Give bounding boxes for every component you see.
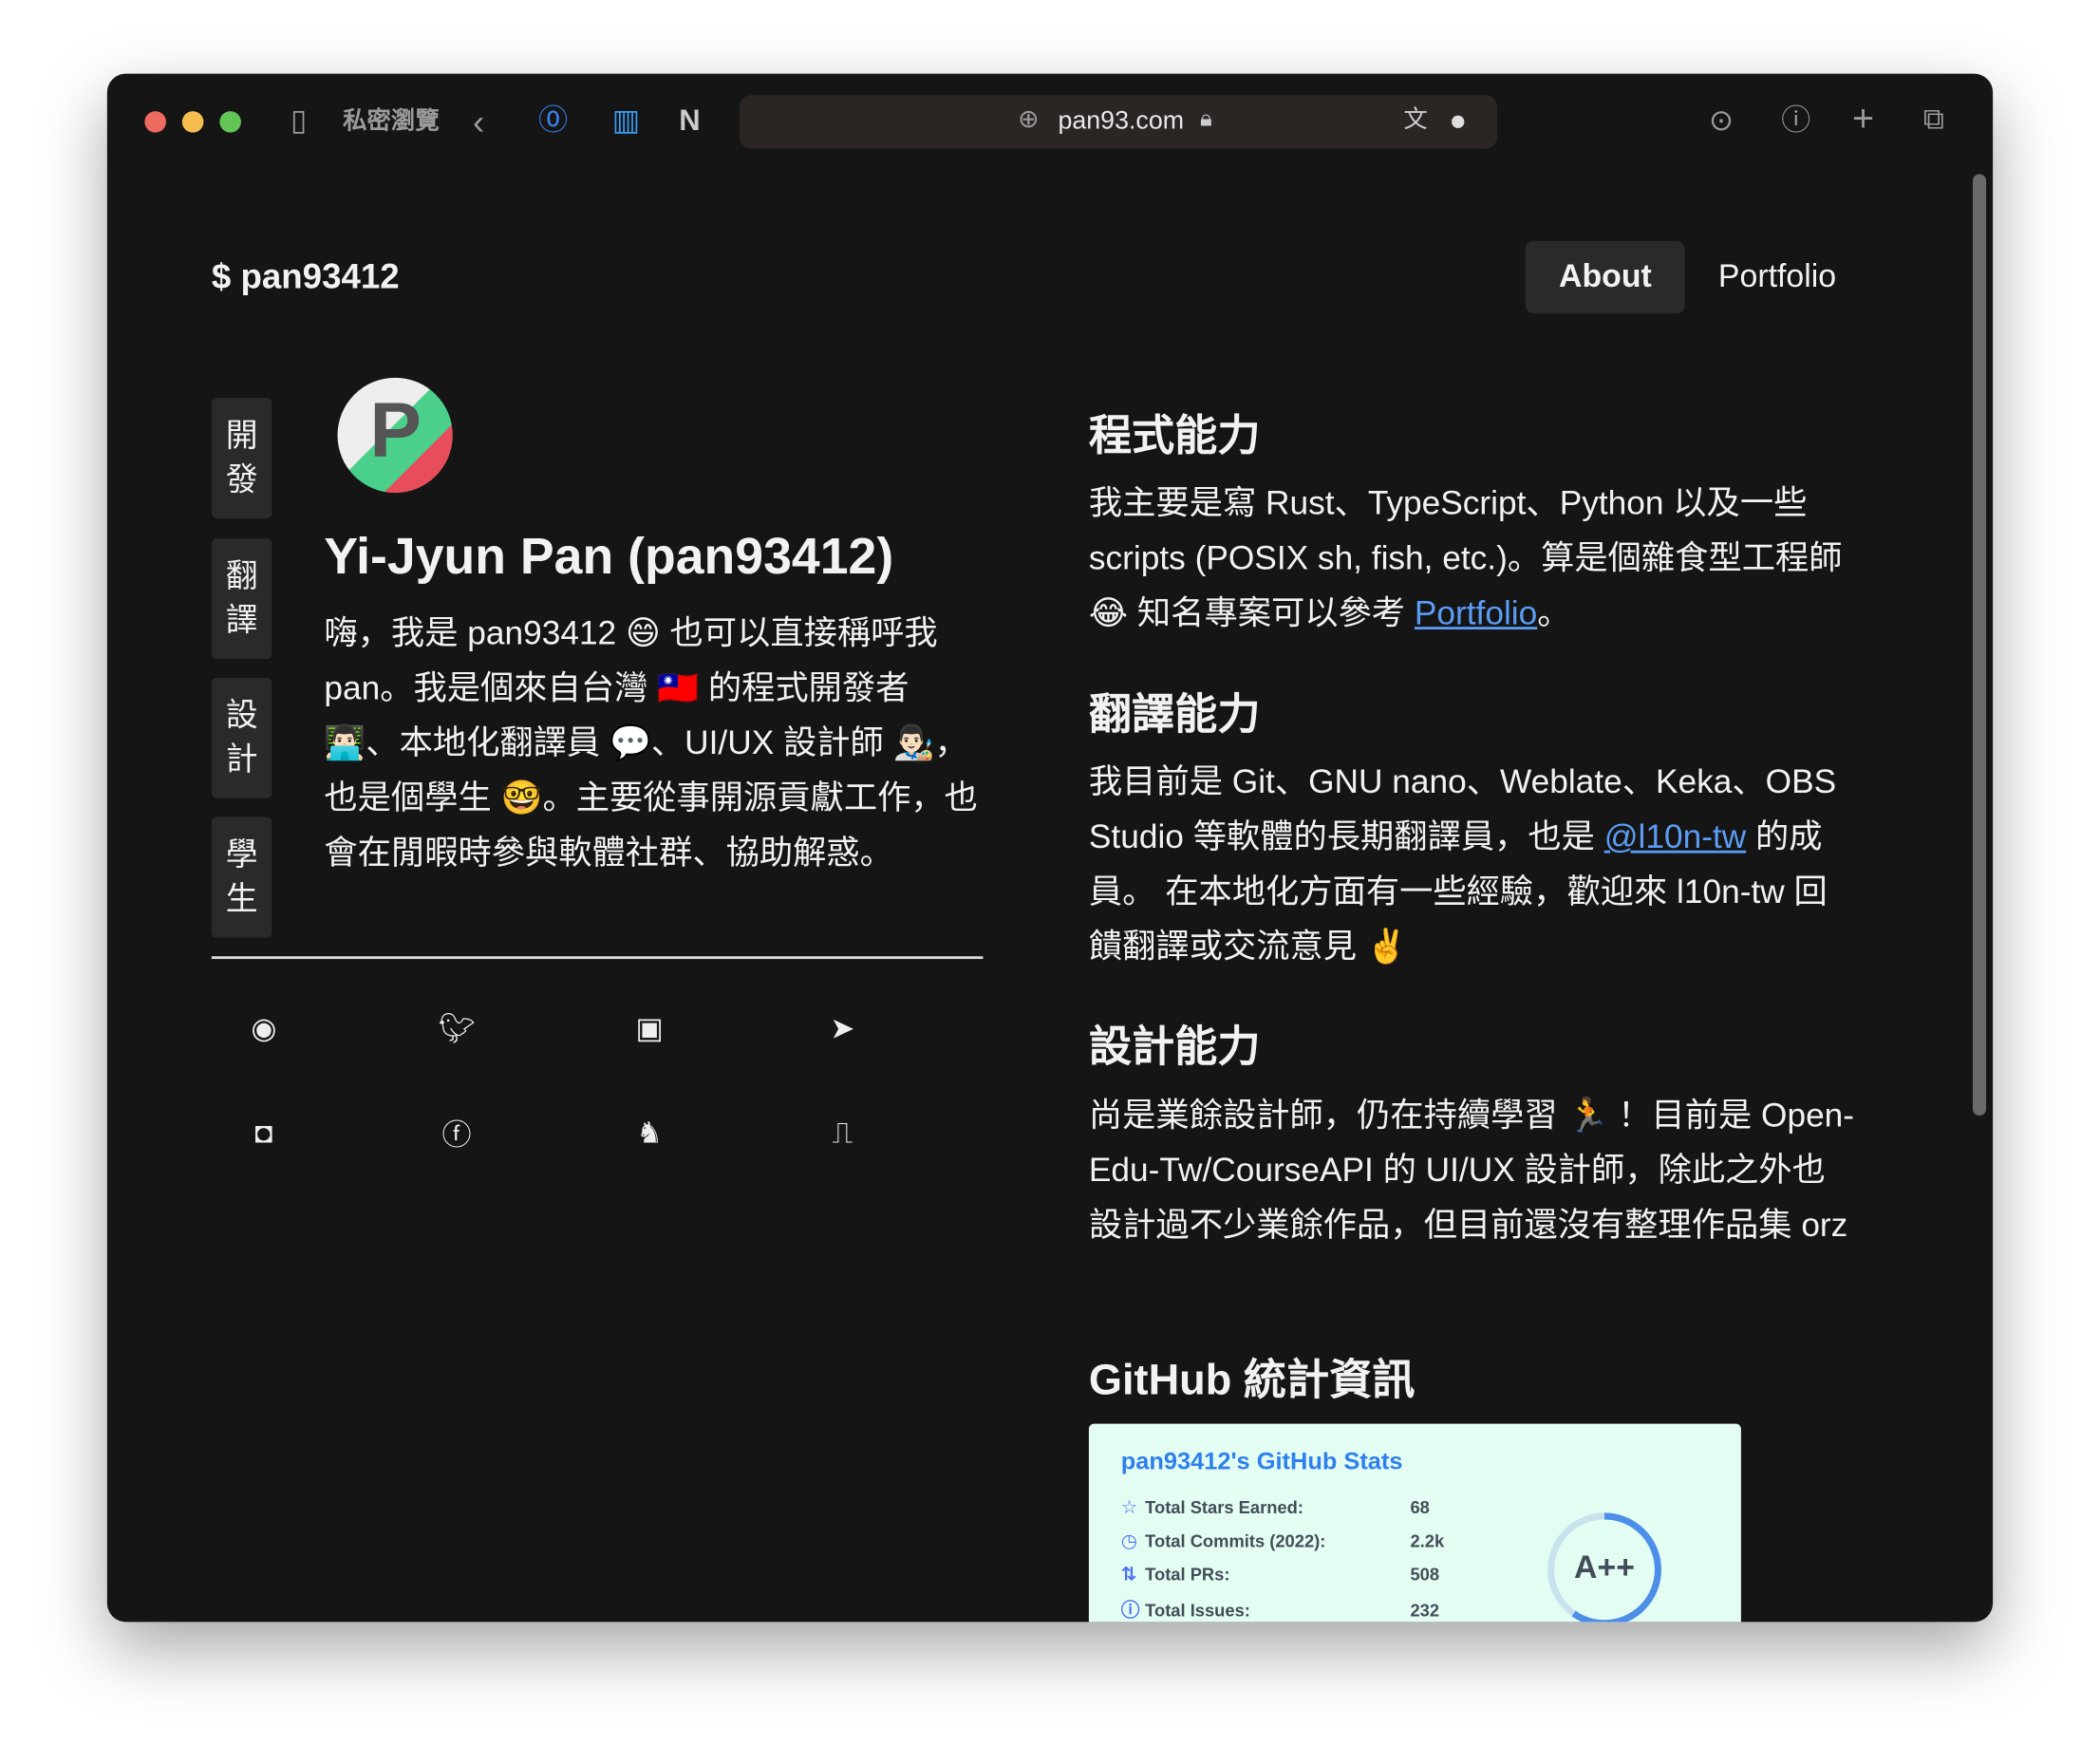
scrollbar[interactable] [1972,174,1987,1117]
translation-heading: 翻譯能力 [1088,689,1261,739]
stat-row: ⇅ Total PRs: 508 [1120,1563,1439,1586]
blogger-icon[interactable]: ▣ [630,1010,667,1047]
browser-toolbar: ▯ 私密瀏覽 ‹ ⓪ ▥ N ⊕ pan93.com 🔒︎ 文 ● ⊙ ⓘ + … [107,74,1993,171]
more-icon[interactable]: ● [1449,105,1467,135]
zoom-button[interactable] [219,111,241,133]
design-heading: 設計能力 [1088,1022,1261,1071]
minimize-button[interactable] [181,111,204,133]
stat-value: 232 [1410,1600,1440,1621]
twitter-icon[interactable]: 🐦︎ [438,1010,475,1047]
clock-icon: ◷ [1120,1529,1137,1551]
stat-row: ☆ Total Stars Earned: 68 [1120,1495,1430,1519]
profile-name: Yi-Jyun Pan (pan93412) [324,529,894,586]
tab-translate[interactable]: 翻 譯 [211,538,272,660]
nav-about[interactable]: About [1525,240,1686,314]
lock-icon: 🔒︎ [1199,105,1212,132]
new-tab-icon[interactable]: + [1852,100,1874,138]
design-text: 尚是業餘設計師，仍在持續學習 🏃 ！目前是 Open-Edu-Tw/Course… [1088,1097,1855,1245]
github-stats-card: pan93412's GitHub Stats ☆ Total Stars Ear… [1088,1423,1741,1623]
profile-bio: 嗨，我是 pan93412 😄 也可以直接稱呼我 pan。我是個來自台灣 🇹🇼 … [324,614,978,873]
sidebar-icon[interactable]: ▯ [291,105,307,135]
github-heading: GitHub 統計資訊 [1088,1355,1416,1404]
stat-value: 508 [1410,1564,1440,1585]
mailbox-icon[interactable]: ⎍ [824,1115,861,1152]
avatar: P [337,377,453,494]
coding-heading: 程式能力 [1088,411,1261,460]
github-icon[interactable]: ◉ [245,1010,282,1047]
discord-icon[interactable]: ◘ [245,1115,282,1152]
tab-design[interactable]: 設 計 [211,677,272,798]
tab-student[interactable]: 學 生 [211,816,272,938]
info-icon[interactable]: ⓘ [1781,105,1810,135]
mastodon-icon[interactable]: ♞ [630,1115,667,1152]
extension-icon[interactable]: ▥ [612,105,640,135]
site-logo[interactable]: $ pan93412 [212,255,400,297]
url-text: pan93.com [1058,106,1185,136]
close-button[interactable] [144,111,166,133]
globe-icon: ⊕ [1018,105,1040,135]
stat-value: 68 [1410,1497,1430,1518]
tab-develop[interactable]: 開 發 [211,397,272,518]
stat-row: ◷ Total Commits (2022): 2.2k [1120,1529,1444,1552]
address-bar[interactable]: ⊕ pan93.com 🔒︎ 文 ● [739,95,1498,149]
facebook-icon[interactable]: ⓕ [438,1115,475,1152]
stats-title: pan93412's GitHub Stats [1120,1447,1403,1475]
stat-value: 2.2k [1410,1530,1445,1551]
rank-grade: A++ [1574,1549,1636,1586]
translation-text: 我目前是 Git、GNU nano、Weblate、Keka、OBS Studi… [1089,756,1859,975]
portfolio-link[interactable]: Portfolio [1415,594,1537,631]
stat-label: Total Stars Earned: [1145,1497,1303,1518]
coding-text: 我主要是寫 Rust、TypeScript、Python 以及一些 script… [1089,477,1859,642]
stat-label: Total PRs: [1145,1564,1230,1585]
notion-icon[interactable]: N [679,105,700,135]
divider [211,956,984,960]
browser-window: ▯ 私密瀏覽 ‹ ⓪ ▥ N ⊕ pan93.com 🔒︎ 文 ● ⊙ ⓘ + … [106,73,1994,1623]
nav-portfolio[interactable]: Portfolio [1685,241,1870,313]
back-icon[interactable]: ‹ [473,104,484,140]
stat-label: Total Issues: [1145,1600,1250,1621]
stat-label: Total Commits (2022): [1145,1530,1326,1551]
translate-icon[interactable]: 文 [1403,107,1427,131]
l10n-tw-link[interactable]: @l10n-tw [1604,818,1747,855]
download-icon[interactable]: ⊙ [1709,105,1734,135]
coding-text-2: 。 [1537,594,1571,632]
avatar-logo: P [369,386,422,475]
stat-row: ⓘ Total Issues: 232 [1120,1597,1439,1623]
tabs-overview-icon[interactable]: ⧉ [1923,103,1944,134]
star-icon: ☆ [1120,1495,1138,1518]
issue-icon: ⓘ [1120,1599,1140,1621]
telegram-icon[interactable]: ➤ [824,1010,861,1047]
pull-request-icon: ⇅ [1120,1563,1137,1585]
private-browsing-label: 私密瀏覽 [343,106,440,135]
onepassword-icon[interactable]: ⓪ [538,105,568,135]
